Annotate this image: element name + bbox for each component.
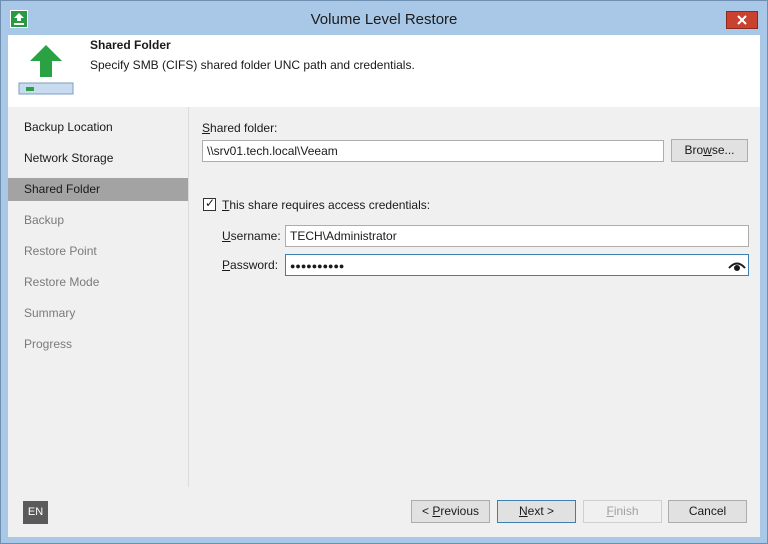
step-network-storage[interactable]: Network Storage bbox=[8, 147, 188, 170]
browse-button[interactable]: Browse... bbox=[671, 139, 748, 162]
wizard-client-area: Shared Folder Specify SMB (CIFS) shared … bbox=[8, 35, 760, 537]
username-label: Username: bbox=[222, 229, 281, 243]
wizard-header: Shared Folder Specify SMB (CIFS) shared … bbox=[8, 35, 760, 107]
shared-folder-input[interactable] bbox=[202, 140, 664, 162]
wizard-steps-sidebar: Backup Location Network Storage Shared F… bbox=[8, 107, 188, 487]
previous-button[interactable]: < Previous bbox=[411, 500, 490, 523]
page-title: Shared Folder bbox=[90, 38, 171, 52]
password-label: Password: bbox=[222, 258, 279, 272]
step-backup: Backup bbox=[24, 213, 65, 227]
next-button[interactable]: Next > bbox=[497, 500, 576, 523]
eye-icon[interactable] bbox=[728, 258, 746, 272]
credentials-checkbox[interactable]: ✓ bbox=[203, 196, 216, 211]
close-icon bbox=[737, 15, 747, 25]
checkmark-icon: ✓ bbox=[205, 196, 216, 210]
wizard-window: Volume Level Restore Shared Folder Speci… bbox=[0, 0, 768, 544]
wizard-footer: EN < Previous Next > Finish Cancel bbox=[8, 487, 760, 537]
language-indicator[interactable]: EN bbox=[23, 501, 48, 524]
password-value: ●●●●●●●●●● bbox=[290, 261, 345, 271]
step-restore-mode: Restore Mode bbox=[24, 275, 100, 289]
upload-arrow-icon bbox=[18, 43, 74, 95]
finish-button: Finish bbox=[583, 500, 662, 523]
title-bar: Volume Level Restore bbox=[1, 1, 767, 35]
step-backup-location[interactable]: Backup Location bbox=[8, 116, 188, 139]
shared-folder-label: Shared folder: bbox=[202, 121, 278, 135]
cancel-button[interactable]: Cancel bbox=[668, 500, 747, 523]
close-button[interactable] bbox=[726, 11, 758, 29]
page-description: Specify SMB (CIFS) shared folder UNC pat… bbox=[90, 58, 415, 72]
password-input[interactable]: ●●●●●●●●●● bbox=[285, 254, 749, 276]
username-input[interactable] bbox=[285, 225, 749, 247]
step-progress: Progress bbox=[24, 337, 73, 351]
window-title: Volume Level Restore bbox=[310, 11, 458, 28]
step-shared-folder[interactable]: Shared Folder bbox=[8, 178, 188, 201]
step-summary: Summary bbox=[24, 306, 76, 320]
step-restore-point: Restore Point bbox=[24, 244, 97, 258]
credentials-checkbox-label[interactable]: This share requires access credentials: bbox=[222, 198, 430, 212]
wizard-content: Shared folder: Browse... ✓ This share re… bbox=[188, 107, 760, 487]
